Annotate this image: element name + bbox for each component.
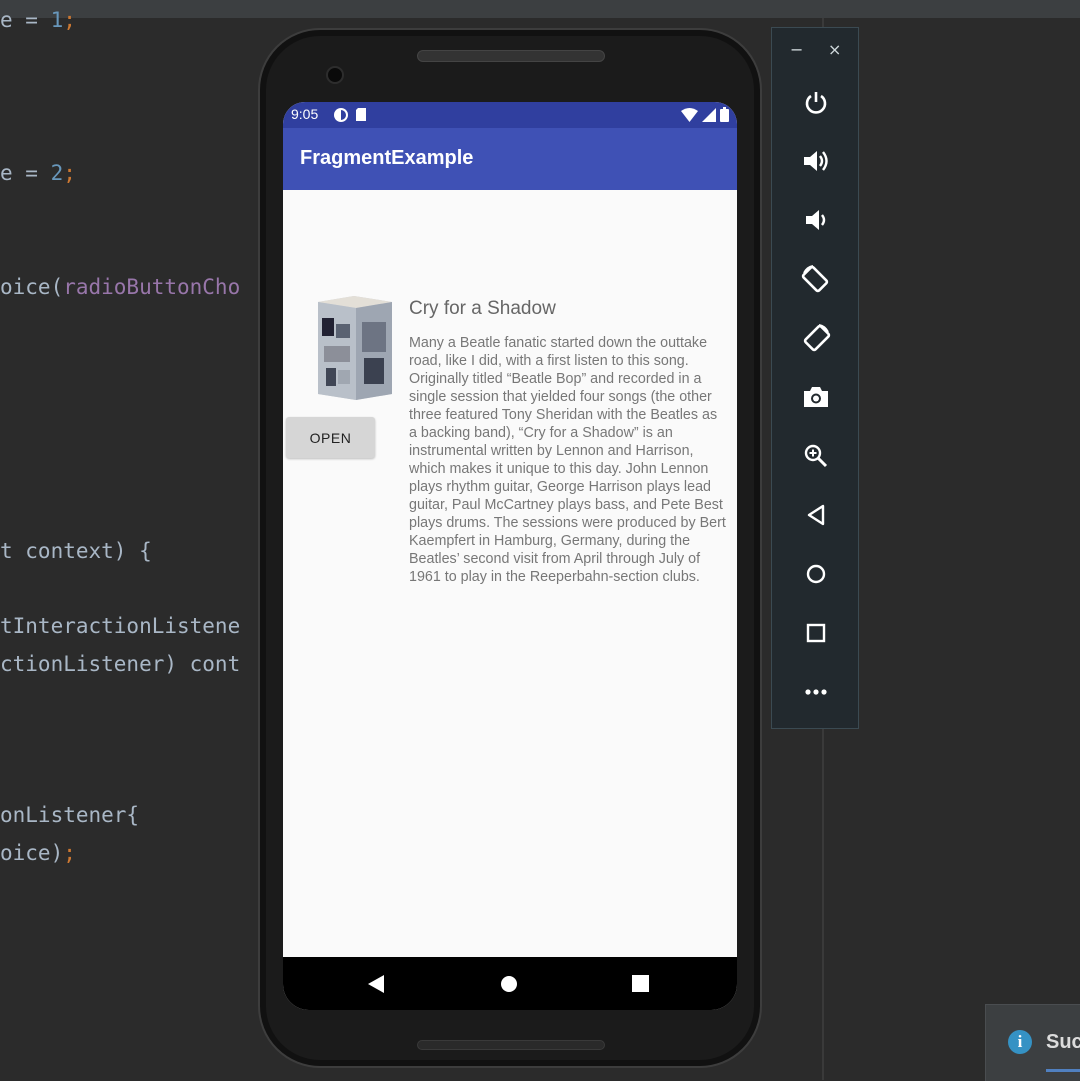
app-bar: FragmentExample bbox=[283, 128, 737, 190]
album-cover-image bbox=[318, 296, 392, 400]
signal-icon bbox=[702, 107, 716, 122]
home-button[interactable] bbox=[794, 552, 838, 596]
nav-back-button[interactable] bbox=[346, 957, 406, 1010]
back-button[interactable] bbox=[794, 493, 838, 537]
status-time: 9:05 bbox=[291, 106, 319, 122]
sync-icon bbox=[334, 108, 348, 122]
camera-icon bbox=[804, 387, 828, 407]
home-icon bbox=[806, 564, 826, 584]
home-circle-icon bbox=[501, 975, 517, 992]
wifi-icon bbox=[681, 107, 698, 122]
code-line: e = 2; bbox=[0, 161, 76, 185]
phone-screen: 9:05 FragmentExample OPEN Cry for a Shad… bbox=[283, 102, 737, 1010]
volume-up-icon bbox=[804, 151, 828, 171]
volume-down-button[interactable] bbox=[794, 198, 838, 242]
front-camera bbox=[326, 66, 344, 84]
overview-button[interactable] bbox=[794, 611, 838, 655]
rotate-right-icon bbox=[803, 324, 831, 352]
code-line: ctionListener) cont bbox=[0, 652, 241, 676]
info-icon: i bbox=[1008, 1030, 1032, 1054]
code-line: tInteractionListene bbox=[0, 614, 241, 638]
sd-card-icon bbox=[356, 108, 366, 121]
back-icon bbox=[807, 504, 825, 526]
more-icon bbox=[805, 689, 827, 695]
status-bar: 9:05 bbox=[283, 102, 737, 128]
notification-balloon[interactable]: i Suc bbox=[985, 1004, 1080, 1081]
screenshot-button[interactable] bbox=[794, 375, 838, 419]
navigation-bar bbox=[283, 957, 737, 1010]
song-title: Cry for a Shadow bbox=[409, 298, 556, 319]
code-line: t context) { bbox=[0, 539, 152, 563]
code-line: oice(radioButtonCho bbox=[0, 275, 241, 299]
ide-toolbar bbox=[0, 0, 1080, 19]
bottom-speaker bbox=[417, 1040, 605, 1050]
song-description: Many a Beatle fanatic started down the o… bbox=[409, 335, 726, 585]
power-icon bbox=[805, 92, 827, 114]
status-notification-icons bbox=[333, 107, 367, 123]
volume-down-icon bbox=[806, 210, 826, 230]
close-button[interactable]: × bbox=[828, 40, 841, 59]
overview-square-icon bbox=[631, 975, 649, 992]
open-button[interactable]: OPEN bbox=[286, 417, 375, 458]
volume-up-button[interactable] bbox=[794, 139, 838, 183]
overview-icon bbox=[806, 623, 826, 643]
earpiece-speaker bbox=[417, 50, 605, 62]
rotate-left-button[interactable] bbox=[794, 257, 838, 301]
notification-text: Suc bbox=[1046, 1031, 1080, 1053]
emulator-toolbar: − × bbox=[771, 27, 859, 729]
minimize-button[interactable]: − bbox=[790, 40, 803, 59]
code-line: onListener{ bbox=[0, 803, 140, 827]
code-line: oice); bbox=[0, 841, 76, 865]
code-line: e = 1; bbox=[0, 8, 76, 32]
rotate-left-icon bbox=[801, 265, 829, 293]
more-button[interactable] bbox=[794, 670, 838, 714]
rotate-right-button[interactable] bbox=[794, 316, 838, 360]
nav-overview-button[interactable] bbox=[610, 957, 670, 1010]
battery-icon bbox=[720, 107, 729, 122]
power-button[interactable] bbox=[794, 80, 838, 124]
status-system-icons bbox=[681, 107, 729, 122]
notification-link[interactable] bbox=[1046, 1069, 1080, 1072]
zoom-icon bbox=[804, 444, 828, 468]
app-title: FragmentExample bbox=[300, 147, 474, 169]
zoom-button[interactable] bbox=[794, 434, 838, 478]
nav-home-button[interactable] bbox=[479, 957, 539, 1010]
back-triangle-icon bbox=[368, 974, 384, 993]
